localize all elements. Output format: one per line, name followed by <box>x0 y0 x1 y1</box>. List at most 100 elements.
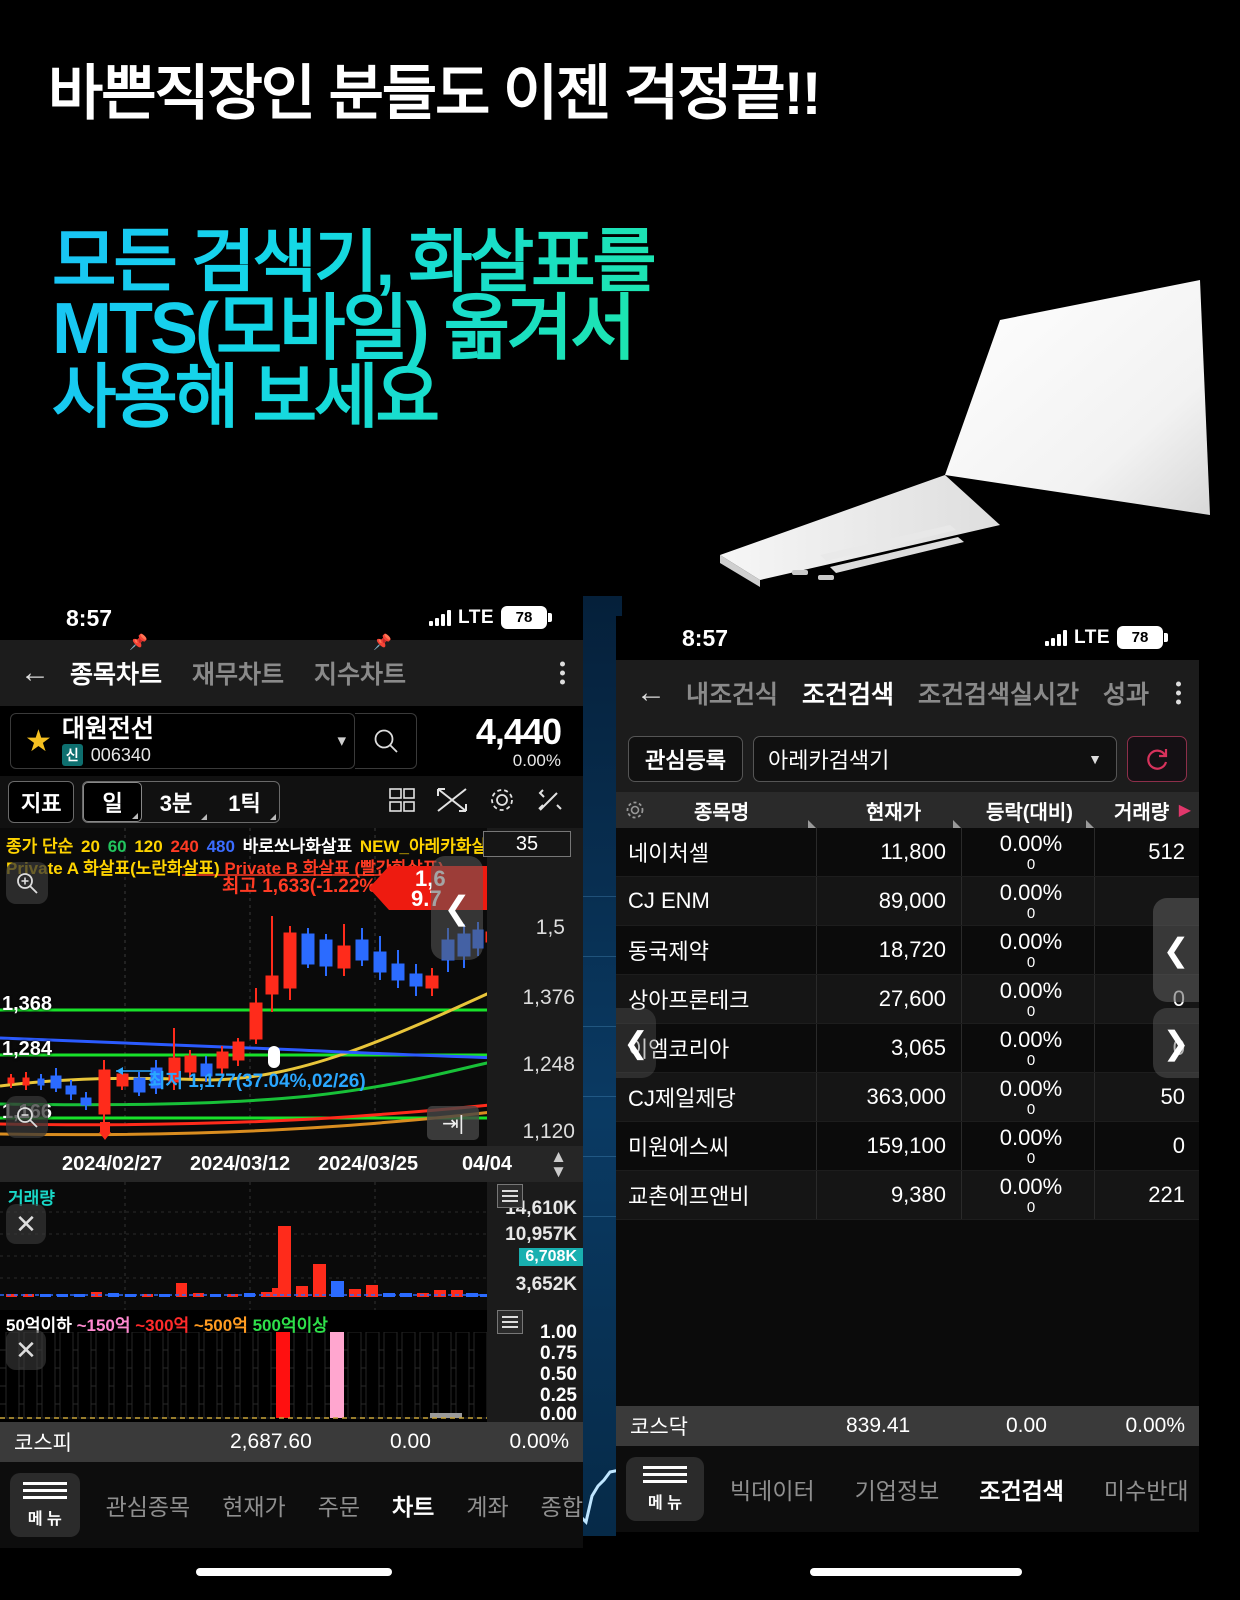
row-price: 27,600 <box>878 986 946 1011</box>
column-header-name[interactable]: 종목명 <box>694 796 749 825</box>
indicator-tick: 1.00 <box>540 1322 577 1343</box>
table-row[interactable]: 미원에스씨 159,100 0.00% 0 0 <box>616 1122 1199 1171</box>
expand-icon[interactable] <box>435 785 469 820</box>
hamburger-icon[interactable] <box>497 1310 523 1334</box>
table-row[interactable]: 이엠코리아 3,065 0.00% 0 0 <box>616 1024 1199 1073</box>
play-icon[interactable]: ▶ <box>1179 800 1191 820</box>
table-row[interactable]: 동국제약 18,720 0.00% 0 <box>616 926 1199 975</box>
column-header-change[interactable]: 등락(대비) <box>986 796 1073 825</box>
nav-tab-performance[interactable]: 성과 <box>1103 675 1149 711</box>
row-volume: 512 <box>1148 839 1185 864</box>
nav-tab-condition-search[interactable]: 조건검색 <box>802 675 894 711</box>
left-chart-toolbar: 지표 일 3분 1틱 <box>0 776 583 828</box>
nav-tab-condition-realtime[interactable]: 조건검색실시간 <box>918 675 1079 711</box>
tab-order[interactable]: 주문 <box>318 1488 360 1522</box>
left-status-bar: 8:57 LTE 78 <box>0 596 583 640</box>
tab-misu[interactable]: 미수반대 <box>1104 1472 1189 1506</box>
zoom-in-icon[interactable] <box>6 862 48 904</box>
tab-overview[interactable]: 종합 <box>541 1488 583 1522</box>
hamburger-icon[interactable] <box>497 1184 523 1208</box>
gear-icon[interactable] <box>487 785 517 820</box>
results-left-page-button[interactable]: ❮ <box>616 1008 656 1078</box>
results-table-header: 종목명 현재가 등락(대비) 거래량 ▶ <box>616 792 1199 828</box>
volume-tick: 10,957K <box>505 1224 577 1245</box>
signal-icon <box>429 609 452 626</box>
period-1tick-button[interactable]: 1틱 <box>210 782 278 822</box>
results-prev-page-button[interactable]: ❮ <box>1153 898 1199 1002</box>
nav-tab-my-condition[interactable]: 내조건식 <box>686 675 778 711</box>
table-row[interactable]: CJ제일제당 363,000 0.00% 0 50 <box>616 1073 1199 1122</box>
screener-select[interactable]: 아레카검색기 ▼ <box>752 736 1117 782</box>
search-icon[interactable] <box>355 713 417 769</box>
row-volume: 50 <box>1160 1084 1185 1109</box>
legend-item: ~300억 <box>135 1316 190 1335</box>
row-change: 0.00% 0 <box>999 1026 1063 1069</box>
left-stock-search-row: ★ 대원전선 신 006340 ▾ 4,440 0.00% <box>0 706 583 776</box>
close-icon[interactable]: ✕ <box>6 1330 46 1370</box>
table-row[interactable]: CJ ENM 89,000 0.00% 0 <box>616 877 1199 926</box>
indicator-chart[interactable]: 50억이하 ~150억 ~300억 ~500억 500억이상 ✕ 1.00 0.… <box>0 1310 583 1422</box>
axis-scale-handle[interactable]: ▲ ▼ <box>550 1148 567 1180</box>
tab-current-price[interactable]: 현재가 <box>222 1488 285 1522</box>
grid-icon[interactable] <box>387 785 417 820</box>
close-icon[interactable]: ✕ <box>6 1204 46 1244</box>
menu-button[interactable]: 메 뉴 <box>626 1457 704 1521</box>
table-row[interactable]: 네이처셀 11,800 0.00% 0 512 <box>616 828 1199 877</box>
chevron-down-icon[interactable]: ▾ <box>337 731 346 751</box>
nav-tab-financial-chart[interactable]: 재무차트 <box>192 655 284 691</box>
star-icon[interactable]: ★ <box>25 724 52 759</box>
refresh-icon[interactable] <box>1127 736 1187 782</box>
tab-chart[interactable]: 차트 <box>392 1488 434 1522</box>
y-tick-partial: 1,5 <box>535 916 565 939</box>
kebab-menu-icon[interactable] <box>1176 681 1181 705</box>
chart-prev-page-button[interactable]: ❮ <box>431 856 483 960</box>
stock-code: 006340 <box>90 744 151 765</box>
row-change: 0.00% 0 <box>999 928 1063 971</box>
tab-watchlist[interactable]: 관심종목 <box>106 1488 191 1522</box>
nav-tab-index-chart[interactable]: 📌 지수차트 <box>314 634 406 691</box>
tab-company-info[interactable]: 기업정보 <box>855 1472 940 1506</box>
column-header-volume[interactable]: 거래량 <box>1114 796 1169 825</box>
right-index-footer[interactable]: 코스닥 839.41 0.00 0.00% <box>616 1406 1199 1446</box>
period-day-button[interactable]: 일 <box>83 782 142 822</box>
tab-bigdata[interactable]: 빅데이터 <box>730 1472 815 1506</box>
zoom-out-icon[interactable] <box>6 1096 48 1138</box>
indicator-button[interactable]: 지표 <box>8 781 75 823</box>
table-row[interactable]: 교촌에프앤비 9,380 0.00% 0 221 <box>616 1171 1199 1220</box>
kebab-menu-icon[interactable] <box>560 661 565 685</box>
hamburger-icon <box>643 1465 687 1483</box>
left-index-footer[interactable]: 코스피 2,687.60 0.00 0.00% <box>0 1422 583 1462</box>
chart-date-axis: 2024/02/27 2024/03/12 2024/03/25 04/04 ▲… <box>0 1146 583 1182</box>
period-3min-button[interactable]: 3분 <box>142 782 210 822</box>
menu-button[interactable]: 메 뉴 <box>10 1473 80 1537</box>
row-price: 11,800 <box>880 839 946 864</box>
index-value: 2,687.60 <box>230 1430 312 1453</box>
price-axis: 1,376 1,248 1,120 1,5 <box>487 828 583 1146</box>
legend-item: ~150억 <box>76 1316 131 1335</box>
gear-icon[interactable] <box>624 799 646 827</box>
menu-label: 메 뉴 <box>27 1510 62 1528</box>
y-tick: 1,120 <box>522 1120 575 1143</box>
status-time: 8:57 <box>66 605 113 631</box>
stock-selector[interactable]: ★ 대원전선 신 006340 ▾ <box>10 713 355 769</box>
table-row[interactable]: 상아프론테크 27,600 0.00%0 0 <box>616 975 1199 1024</box>
index-name: 코스피 <box>14 1432 72 1455</box>
network-label: LTE <box>458 606 494 628</box>
row-price: 3,065 <box>890 1035 946 1060</box>
volume-chart[interactable]: 거래량 ✕ 14,610K 10,957K 6,708K 3,652K <box>0 1182 583 1310</box>
back-arrow-icon[interactable]: ← <box>616 676 686 710</box>
price-chart[interactable]: 종가 단순 20 60 120 240 480 바로쏘나화살표 NEW_아레카화… <box>0 828 583 1146</box>
column-header-price[interactable]: 현재가 <box>866 796 921 825</box>
jump-to-end-icon[interactable]: ⇥| <box>427 1106 479 1140</box>
results-next-page-button[interactable]: ❯ <box>1153 1008 1199 1078</box>
tab-account[interactable]: 계좌 <box>466 1488 508 1522</box>
tab-condition-search[interactable]: 조건검색 <box>979 1472 1064 1506</box>
menu-label: 메 뉴 <box>648 1494 682 1512</box>
nav-tab-stock-chart[interactable]: 📌 종목차트 <box>70 634 162 691</box>
network-label: LTE <box>1074 626 1110 648</box>
tools-icon[interactable] <box>535 785 565 820</box>
row-change: 0.00% 0 <box>999 879 1063 922</box>
back-arrow-icon[interactable]: ← <box>0 656 70 690</box>
add-watchlist-button[interactable]: 관심등록 <box>628 736 743 782</box>
row-change: 0.00% 0 <box>999 830 1063 873</box>
